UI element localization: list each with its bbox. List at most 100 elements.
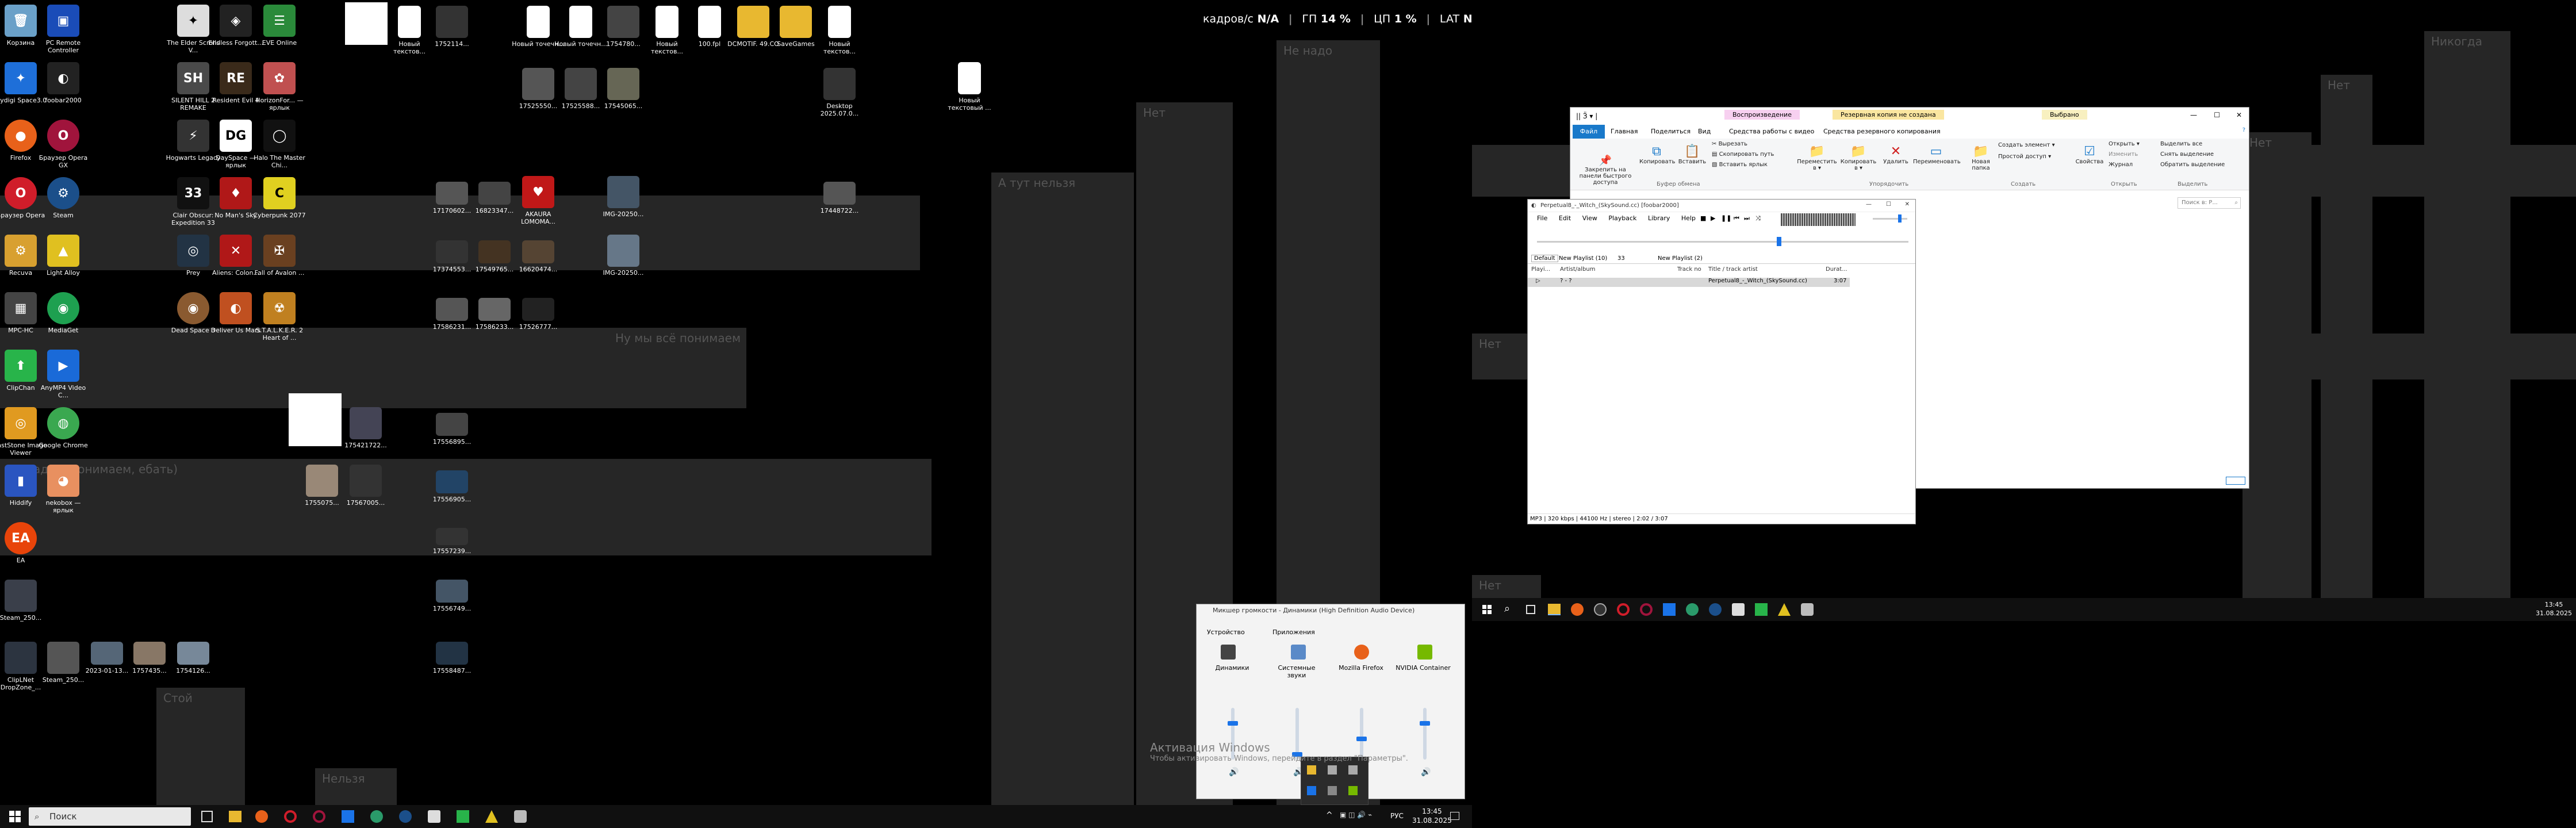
image-file[interactable]: 17526777... xyxy=(511,298,566,331)
play-button[interactable]: ▶ xyxy=(1711,212,1715,225)
ribbon-tab-share[interactable]: Поделиться xyxy=(1651,128,1690,135)
desktop-icon-pc-remote[interactable]: ▣ PC Remote Controller xyxy=(36,5,91,54)
mute-icon[interactable]: 🔊 xyxy=(1421,768,1431,777)
menu-file[interactable]: File xyxy=(1537,214,1547,222)
copy-to-button[interactable]: 📁 Копировать в ▾ xyxy=(1838,144,1879,171)
image-file[interactable]: 17448722... xyxy=(812,182,867,214)
column-header[interactable]: Artist/album xyxy=(1560,266,1595,273)
image-file[interactable]: ♥ AKAURA LOMOMA... xyxy=(511,176,566,225)
new-folder-button[interactable]: 📁 Новая папка xyxy=(1965,144,1997,171)
menu-playback[interactable]: Playback xyxy=(1608,214,1636,222)
task-view-icon[interactable] xyxy=(1526,605,1535,614)
rename-button[interactable]: ▭ Переименовать xyxy=(1913,144,1961,165)
clipchan-taskbar-icon[interactable] xyxy=(1755,603,1768,616)
ctx-sub-video[interactable]: Средства работы с видео xyxy=(1729,128,1814,135)
light-alloy-taskbar-icon[interactable] xyxy=(485,810,498,823)
mute-icon[interactable]: 🔊 xyxy=(1229,768,1239,777)
app-taskbar-icon[interactable] xyxy=(428,810,440,823)
playlist-tab[interactable]: New Playlist (2) xyxy=(1658,255,1703,262)
move-to-button[interactable]: 📁 Переместить в ▾ xyxy=(1797,144,1837,171)
desktop-icon-light-alloy[interactable]: ▲ Light Alloy xyxy=(36,235,91,277)
select-all-button[interactable]: Выделить все xyxy=(2160,141,2202,147)
playlist-tab[interactable]: 33 xyxy=(1617,255,1625,262)
desktop-icon-halo[interactable]: ◯ Halo The Master Chi... xyxy=(252,120,307,169)
copy-path-button[interactable]: ▤ Скопировать путь xyxy=(1712,151,1774,158)
menu-help[interactable]: Help xyxy=(1681,214,1696,222)
opera-taskbar-icon[interactable] xyxy=(284,810,297,823)
taskbar-search[interactable]: ⌕ Поиск xyxy=(29,807,191,826)
random-button[interactable]: ⤨ xyxy=(1755,212,1761,225)
volume-slider-thumb[interactable] xyxy=(1228,721,1238,726)
column-header[interactable]: Durat... xyxy=(1826,266,1847,273)
menu-edit[interactable]: Edit xyxy=(1559,214,1571,222)
volume-slider[interactable] xyxy=(1873,214,1907,223)
desktop-file[interactable]: Desktop 2025.07.0... xyxy=(812,68,867,117)
steam-taskbar-icon[interactable] xyxy=(399,810,412,823)
history-button[interactable]: Журнал xyxy=(2109,162,2133,168)
seek-thumb[interactable] xyxy=(1777,237,1782,246)
tray-icons[interactable]: ▣ ◫ 🔊 ⌁ xyxy=(1340,811,1386,822)
delete-button[interactable]: ✕ Удалить xyxy=(1880,144,1912,165)
desktop-icon-fall-avalon[interactable]: ✠ Fall of Avalon ... xyxy=(252,235,307,277)
image-file[interactable]: 17556905... xyxy=(424,470,480,503)
desktop-icon-cyberpunk[interactable]: C Cyberpunk 2077 xyxy=(252,177,307,219)
pin-button[interactable]: 📌 Закрепить на панели быстрого доступа xyxy=(1574,155,1637,186)
shield-taskbar-icon[interactable] xyxy=(514,810,527,823)
maximize-button[interactable]: ☐ xyxy=(1886,201,1891,208)
ctx-tab-playback[interactable]: Воспроизведение xyxy=(1724,110,1800,120)
opera-gx-taskbar-icon[interactable] xyxy=(313,810,325,823)
firefox-taskbar-icon[interactable] xyxy=(255,810,268,823)
clock[interactable]: 13:45 31.08.2025 xyxy=(1412,807,1452,825)
tray-icon[interactable] xyxy=(1307,786,1316,795)
image-file[interactable]: 17556749... xyxy=(424,580,480,612)
desktop-icon-foobar[interactable]: ◐ foobar2000 xyxy=(36,62,91,104)
properties-button[interactable]: ☑ Свойства xyxy=(2074,144,2105,165)
image-file[interactable]: IMG-20250... xyxy=(596,235,651,277)
desktop-icon-steam[interactable]: ⚙ Steam xyxy=(36,177,91,219)
light-alloy-taskbar-icon[interactable] xyxy=(1778,603,1791,616)
playlist-tab[interactable]: Default xyxy=(1531,255,1558,262)
minimize-button[interactable]: — xyxy=(2190,111,2197,119)
start-button[interactable] xyxy=(9,811,21,822)
image-file[interactable]: 17557239... xyxy=(424,528,480,555)
open-button[interactable]: Открыть ▾ xyxy=(2109,141,2140,147)
search-icon[interactable]: ⌕ xyxy=(1504,603,1510,615)
app-taskbar-icon[interactable] xyxy=(1686,603,1699,616)
maximize-button[interactable]: ☐ xyxy=(2214,111,2220,119)
ribbon-tab-home[interactable]: Главная xyxy=(1611,128,1638,135)
select-none-button[interactable]: Снять выделение xyxy=(2160,151,2214,158)
column-header[interactable]: Title / track artist xyxy=(1708,266,1758,273)
desktop-icon-eve[interactable]: ☰ EVE Online xyxy=(252,5,307,47)
desktop-file[interactable]: Новый текстов... xyxy=(812,6,867,55)
ctx-sub-backup[interactable]: Средства резервного копирования xyxy=(1823,128,1941,135)
next-button[interactable]: ⏭ xyxy=(1744,212,1750,225)
opera-taskbar-icon[interactable] xyxy=(1617,603,1630,616)
image-file[interactable]: 17556895... xyxy=(424,413,480,446)
desktop-icon-opera-gx[interactable]: O Браузер Opera GX xyxy=(36,120,91,169)
stop-button[interactable]: ■ xyxy=(1700,212,1706,225)
tray-icon[interactable] xyxy=(1348,786,1358,795)
prev-button[interactable]: ⏮ xyxy=(1734,212,1739,225)
column-header[interactable]: Track no xyxy=(1677,266,1701,273)
desktop-icon-stalker[interactable]: ☢ S.T.A.L.K.E.R. 2 Heart of ... xyxy=(252,292,307,342)
desktop-file[interactable]: 1752114... xyxy=(424,6,480,48)
image-file[interactable]: IMG-20250... xyxy=(596,176,651,218)
minimize-button[interactable]: — xyxy=(1866,201,1872,208)
app-taskbar-icon[interactable] xyxy=(342,810,354,823)
desktop-icon-chrome[interactable]: ◍ Google Chrome xyxy=(36,407,91,449)
tray-chevron-icon[interactable]: ^ xyxy=(1326,811,1333,820)
ribbon-tab-view[interactable]: Вид xyxy=(1698,128,1711,135)
column-header[interactable]: Playi... xyxy=(1531,266,1550,273)
start-button[interactable] xyxy=(1482,605,1492,614)
ribbon-tab-file[interactable]: Файл xyxy=(1573,125,1605,139)
volume-slider-thumb[interactable] xyxy=(1420,721,1430,726)
image-file[interactable]: 16620474... xyxy=(511,240,566,273)
easy-access-button[interactable]: Простой доступ ▾ xyxy=(1998,154,2051,160)
invert-selection-button[interactable]: Обратить выделение xyxy=(2160,162,2225,168)
volume-thumb[interactable] xyxy=(1898,214,1902,223)
desktop-icon-mediaget[interactable]: ◉ MediaGet xyxy=(36,292,91,334)
paste-shortcut-button[interactable]: ▧ Вставить ярлык xyxy=(1712,162,1768,168)
desktop-icon-anymp4[interactable]: ▶ AnyMP4 Video C... xyxy=(36,350,91,399)
app-taskbar-icon[interactable] xyxy=(1663,603,1676,616)
desktop-icon-horizon[interactable]: ✿ HorizonFor... — ярлык xyxy=(252,62,307,112)
